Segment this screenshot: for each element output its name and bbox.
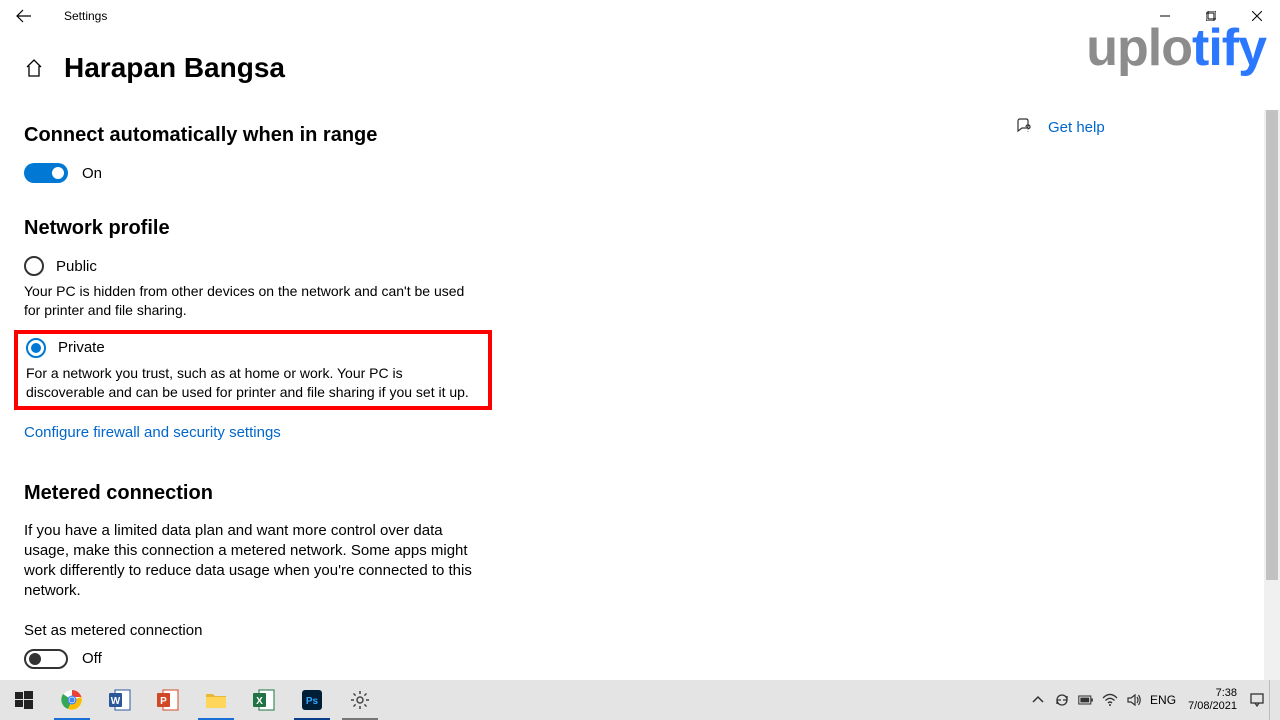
taskbar-word[interactable]: W [96,680,144,720]
excel-icon: X [252,688,276,712]
radio-public-label: Public [56,258,97,275]
start-button[interactable] [0,680,48,720]
taskbar-settings[interactable] [336,680,384,720]
private-highlight: Private For a network you trust, such as… [14,330,492,410]
content: Connect automatically when in range On N… [0,110,1280,680]
close-button[interactable] [1234,0,1280,32]
radio-private-desc: For a network you trust, such as at home… [26,364,480,402]
taskbar-powerpoint[interactable]: P [144,680,192,720]
folder-icon [204,688,228,712]
taskbar-chrome[interactable] [48,680,96,720]
svg-text:W: W [111,696,121,707]
tray-date: 7/08/2021 [1188,700,1237,713]
metered-toggle-label: Set as metered connection [24,622,600,639]
svg-text:X: X [256,696,263,707]
tray-volume[interactable] [1122,680,1146,720]
metered-state: Off [82,650,102,667]
battery-icon [1078,692,1094,708]
titlebar-left: Settings [0,0,107,32]
powerpoint-icon: P [156,688,180,712]
radio-private-indicator [26,338,46,358]
windows-icon [15,691,33,709]
photoshop-icon: Ps [300,688,324,712]
metered-desc: If you have a limited data plan and want… [24,521,474,602]
arrow-left-icon [16,8,32,24]
window-title: Settings [64,9,107,23]
tray-time: 7:38 [1188,687,1237,700]
chrome-icon [60,688,84,712]
back-button[interactable] [0,0,48,32]
svg-text:P: P [160,696,167,707]
metered-heading: Metered connection [24,482,600,505]
wifi-icon [1102,692,1118,708]
radio-public-desc: Your PC is hidden from other devices on … [24,282,474,320]
speaker-icon [1126,692,1142,708]
tray-language[interactable]: ENG [1146,680,1180,720]
network-profile-heading: Network profile [24,217,600,240]
notification-icon [1249,692,1265,708]
taskbar-photoshop[interactable]: Ps [288,680,336,720]
tray-action-center[interactable] [1245,680,1269,720]
page-header: Harapan Bangsa [0,32,1280,84]
window-controls [1142,0,1280,32]
sync-icon [1054,692,1070,708]
metered-toggle[interactable] [24,649,68,669]
auto-connect-state: On [82,165,102,182]
radio-public[interactable]: Public [24,256,600,276]
firewall-link[interactable]: Configure firewall and security settings [24,424,281,441]
auto-connect-heading: Connect automatically when in range [24,124,600,147]
radio-public-indicator [24,256,44,276]
page-title: Harapan Bangsa [64,52,285,84]
titlebar: Settings [0,0,1280,32]
chevron-up-icon [1030,692,1046,708]
tray-wifi[interactable] [1098,680,1122,720]
auto-connect-toggle[interactable] [24,163,68,183]
radio-private[interactable]: Private [26,338,480,358]
home-icon[interactable] [24,58,44,78]
tray-overflow[interactable] [1026,680,1050,720]
svg-text:Ps: Ps [306,696,319,707]
radio-private-label: Private [58,339,105,356]
taskbar: W P X Ps [0,680,1280,720]
word-icon: W [108,688,132,712]
minimize-button[interactable] [1142,0,1188,32]
taskbar-excel[interactable]: X [240,680,288,720]
show-desktop[interactable] [1269,680,1276,720]
tray-sync[interactable] [1050,680,1074,720]
restore-button[interactable] [1188,0,1234,32]
tray-clock[interactable]: 7:38 7/08/2021 [1180,687,1245,712]
taskbar-explorer[interactable] [192,680,240,720]
tray-battery[interactable] [1074,680,1098,720]
gear-icon [350,690,370,710]
